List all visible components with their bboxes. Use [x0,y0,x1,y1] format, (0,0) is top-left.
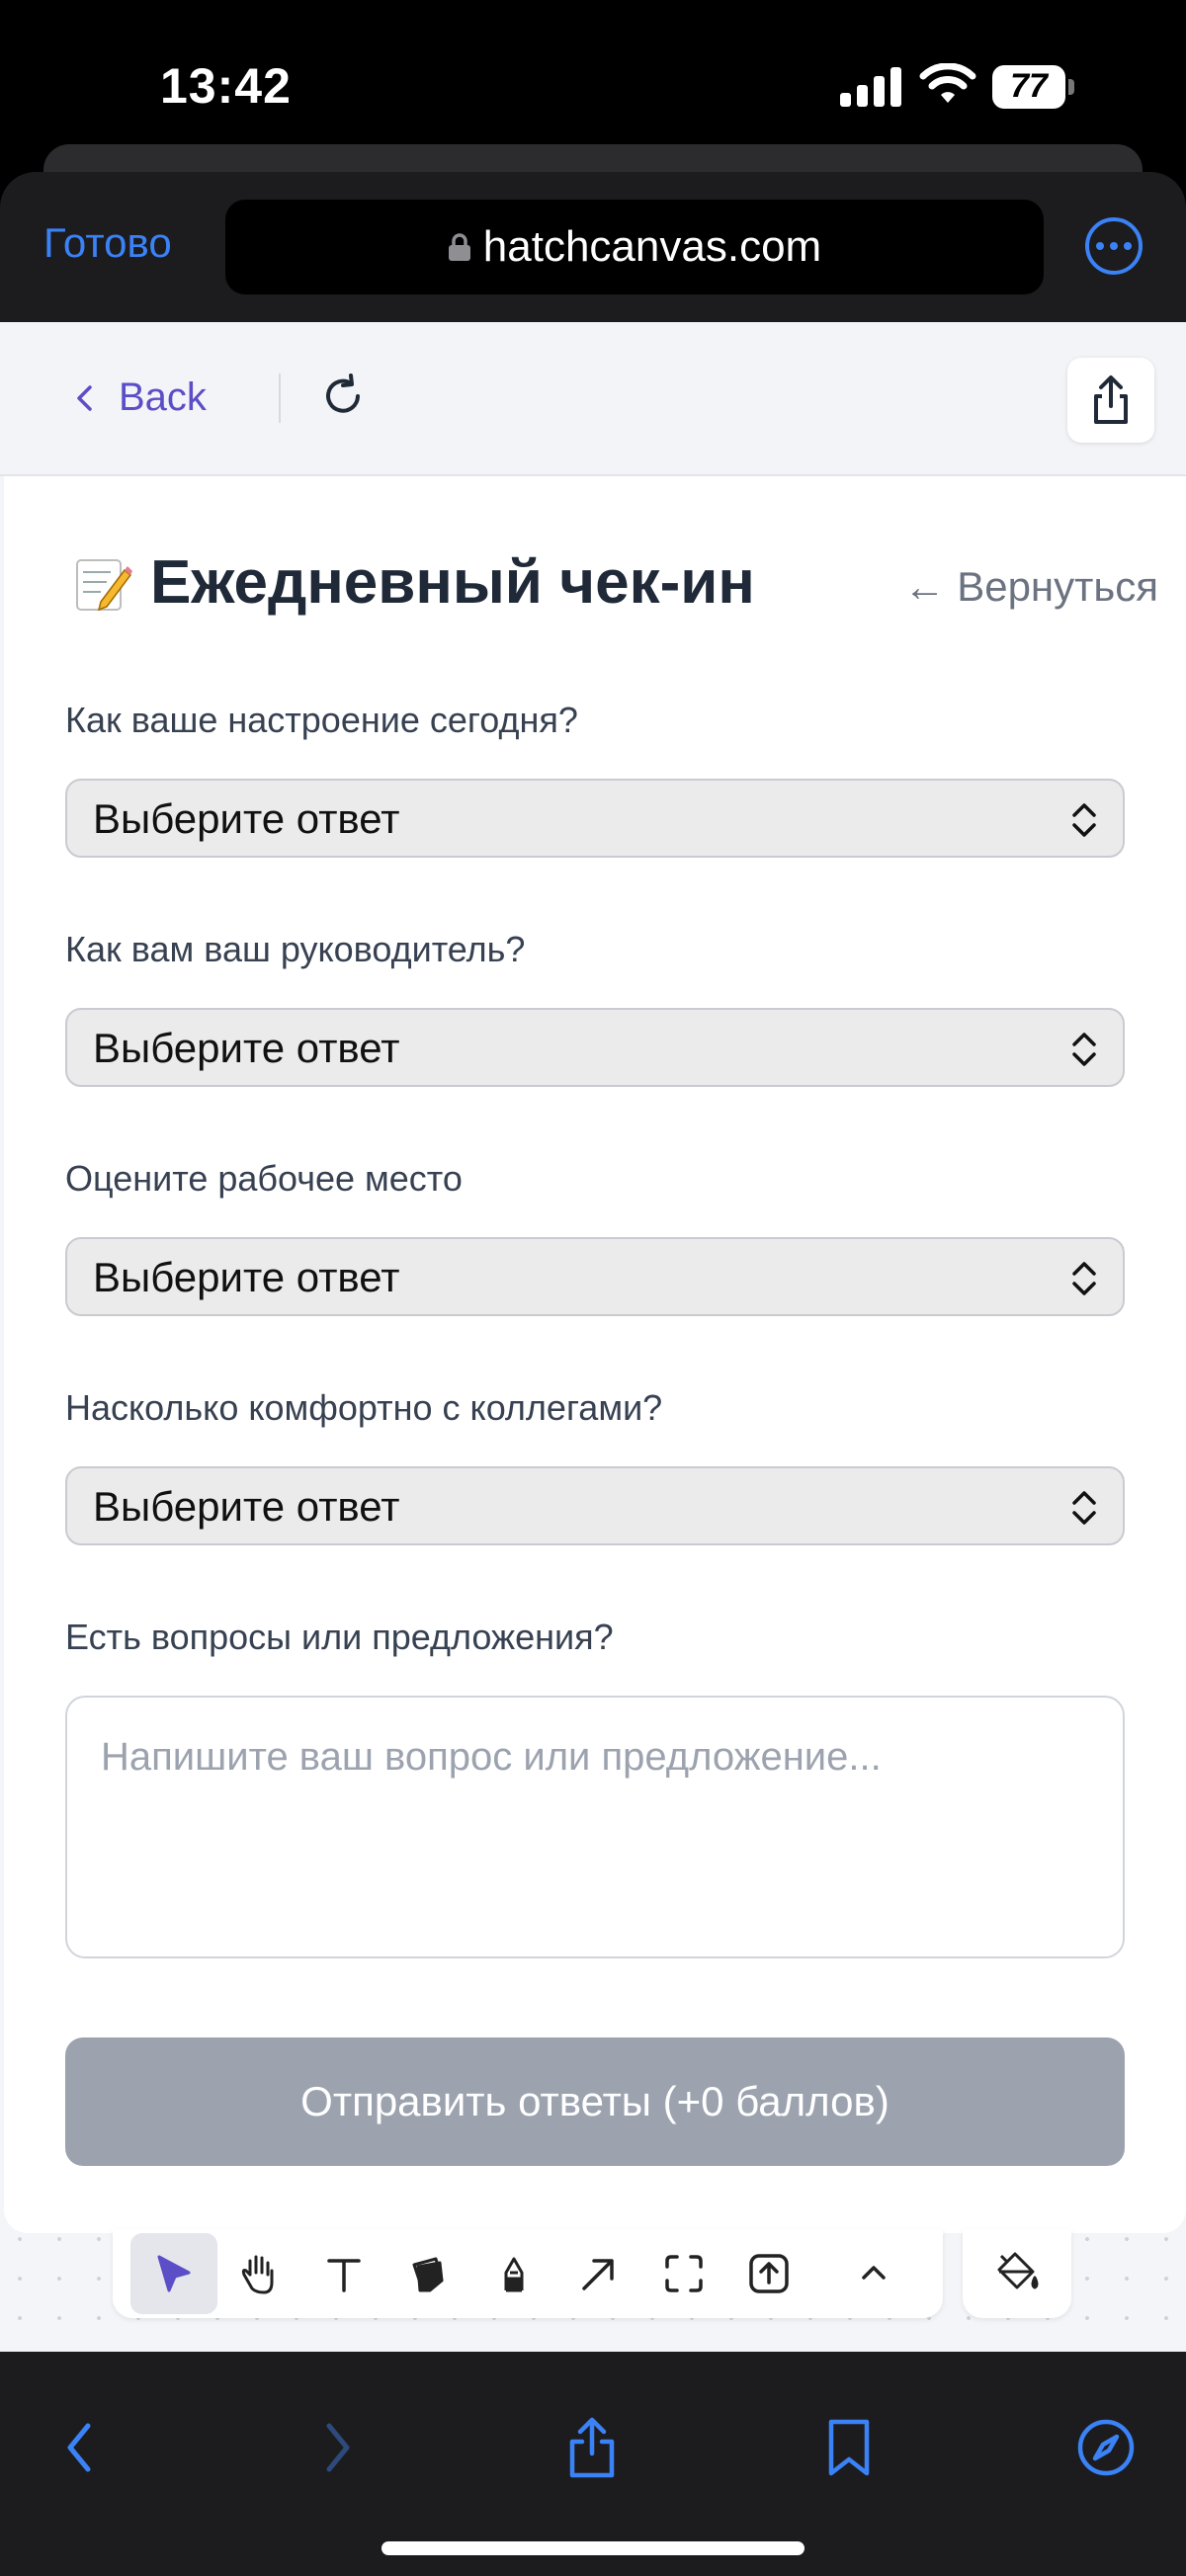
header-divider [279,374,281,423]
address-bar[interactable]: hatchcanvas.com [225,200,1044,294]
back-button[interactable]: Back [75,375,207,420]
mood-select[interactable]: Выберите ответ [65,779,1125,858]
select-value: Выберите ответ [93,795,400,842]
submit-button[interactable]: Отправить ответы (+0 баллов) [65,2037,1125,2166]
question-label-colleagues: Насколько комфортно с коллегами? [65,1387,663,1428]
frame-icon[interactable] [640,2233,727,2314]
nav-forward-icon[interactable] [302,2413,372,2482]
pen-icon[interactable] [470,2233,557,2314]
workplace-select[interactable]: Выберите ответ [65,1237,1125,1316]
share-icon [1094,375,1128,424]
question-label-mood: Как ваше настроение сегодня? [65,700,578,740]
comment-textarea[interactable]: Напишите ваш вопрос или предложение... [65,1696,1125,1958]
paint-bucket-button[interactable] [963,2229,1071,2318]
page-title: Ежедневный чек-ин [71,547,755,618]
battery-icon: 77 [992,65,1075,109]
select-value: Выберите ответ [93,1483,400,1530]
share-icon[interactable] [557,2413,627,2482]
select-pointer-icon[interactable] [130,2233,217,2314]
select-arrows-icon [1072,1033,1096,1066]
reload-icon[interactable] [318,372,368,421]
battery-level: 77 [1010,67,1048,105]
arrow-icon[interactable] [555,2233,642,2314]
text-icon[interactable] [300,2233,387,2314]
colleagues-select[interactable]: Выберите ответ [65,1466,1125,1545]
url-text: hatchcanvas.com [482,222,822,271]
compass-icon[interactable] [1071,2413,1141,2482]
checkin-form-card: Ежедневный чек-ин ← Вернуться Как ваше н… [4,476,1186,2233]
nav-back-icon[interactable] [45,2413,115,2482]
wifi-icon [919,63,976,103]
chevron-left-icon [77,384,92,411]
share-button[interactable] [1067,358,1154,443]
manager-select[interactable]: Выберите ответ [65,1008,1125,1087]
select-arrows-icon [1072,1262,1096,1295]
more-options-button[interactable] [1085,217,1143,275]
bookmarks-icon[interactable] [814,2413,884,2482]
lock-icon [448,233,470,261]
upload-icon[interactable] [725,2233,812,2314]
textarea-placeholder: Напишите ваш вопрос или предложение... [101,1735,882,1779]
done-button[interactable]: Готово [43,219,172,267]
select-arrows-icon [1072,803,1096,837]
title-text: Ежедневный чек-ин [150,548,755,617]
question-label-comments: Есть вопросы или предложения? [65,1617,614,1657]
app-header: Back [0,322,1186,476]
sticky-note-icon[interactable] [385,2233,472,2314]
home-indicator [381,2541,805,2555]
question-label-manager: Как вам ваш руководитель? [65,929,526,969]
browser-top-bar: Готово hatchcanvas.com [0,172,1186,322]
more-icon [1096,242,1104,250]
return-link[interactable]: ← Вернуться [904,563,1158,611]
back-label: Back [119,375,207,419]
canvas-toolbar [113,2229,943,2318]
paint-bucket-icon [997,2252,1039,2289]
chevron-up-icon[interactable] [830,2233,917,2314]
hand-icon[interactable] [215,2233,302,2314]
question-label-workplace: Оцените рабочее место [65,1158,463,1199]
select-value: Выберите ответ [93,1025,400,1071]
memo-icon [76,558,132,611]
status-time: 13:42 [160,58,292,114]
select-arrows-icon [1072,1491,1096,1525]
select-value: Выберите ответ [93,1254,400,1300]
cellular-signal-icon [840,67,901,107]
browser-bottom-bar [0,2352,1186,2576]
